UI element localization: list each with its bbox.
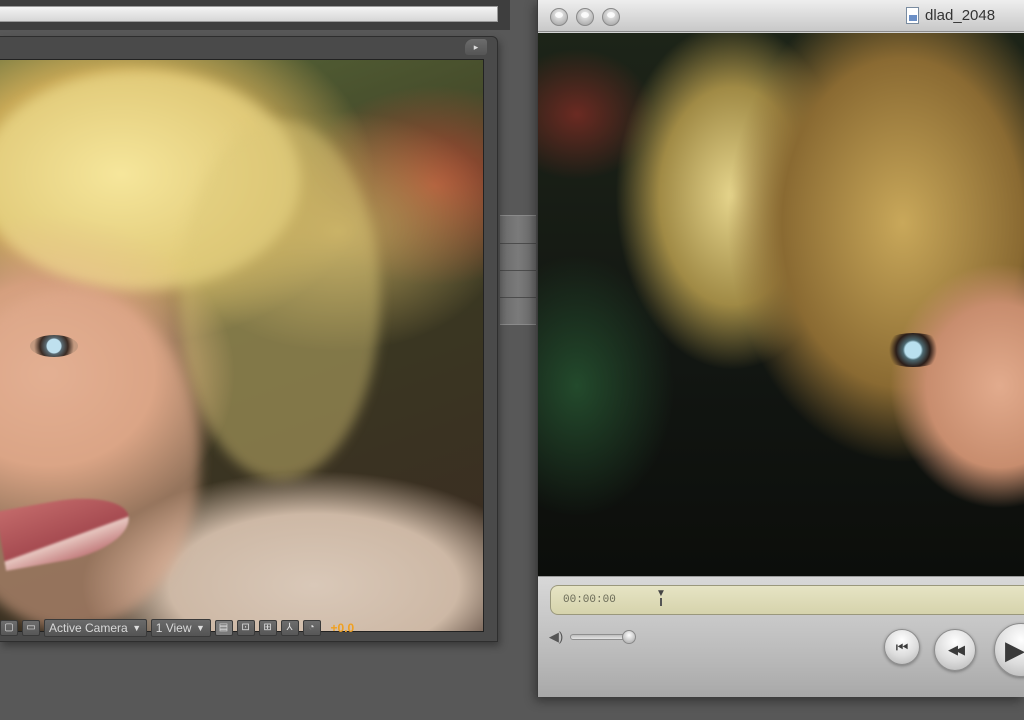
viewer-tab-row: ▸ [0, 37, 497, 59]
movie-frame[interactable] [538, 33, 1024, 576]
chevron-down-icon: ▼ [196, 623, 205, 633]
flowchart-icon[interactable]: ⅄ [280, 620, 299, 636]
reset-exposure-icon[interactable]: ◔ [302, 620, 321, 636]
zoom-icon[interactable] [602, 8, 620, 26]
rewind-icon[interactable]: ◀◀ [934, 629, 976, 671]
timecode: 00:00:00 [563, 594, 616, 606]
window-title: dlad_2048 [906, 7, 995, 24]
handle-notch [500, 270, 536, 271]
handle-notch [500, 243, 536, 244]
quicktime-player-window: dlad_2048 00:00:00 ▼ ◀) ⏮ ◀◀ ▶ [537, 0, 1024, 697]
image-eye [30, 335, 78, 357]
toggle-view-icon[interactable]: ▤ [214, 620, 233, 636]
region-of-interest-icon[interactable]: ▢ [0, 620, 18, 636]
active-camera-select[interactable]: Active Camera ▼ [44, 619, 147, 637]
window-titlebar[interactable]: dlad_2048 [538, 0, 1024, 32]
panel-resize-handle[interactable] [500, 215, 536, 325]
panel-menu-icon[interactable]: ▸ [465, 39, 487, 55]
player-controls: 00:00:00 ▼ ◀) ⏮ ◀◀ ▶ [538, 576, 1024, 697]
window-title-text: dlad_2048 [925, 7, 996, 24]
volume-control: ◀) [548, 629, 636, 645]
composition-viewer-panel: ▸ ▢ ▭ Active Camera ▼ 1 View ▼ ▤ ⊡ ⊞ ⅄ ◔… [0, 36, 498, 642]
playhead-icon[interactable]: ▼ [656, 589, 666, 606]
view-layout-select[interactable]: 1 View ▼ [150, 619, 211, 637]
speaker-icon[interactable]: ◀) [548, 629, 564, 645]
composition-canvas[interactable] [0, 59, 484, 632]
minimize-icon[interactable] [576, 8, 594, 26]
play-icon[interactable]: ▶ [994, 623, 1024, 677]
skip-back-icon[interactable]: ⏮ [884, 629, 920, 665]
volume-knob[interactable] [622, 630, 636, 644]
view-layout-label: 1 View [155, 621, 192, 635]
handle-notch [500, 297, 536, 298]
comment-icon[interactable]: ▭ [22, 620, 40, 636]
close-icon[interactable] [550, 8, 568, 26]
top-toolbar-strip [0, 0, 510, 30]
image-eye [878, 333, 948, 367]
active-camera-label: Active Camera [49, 621, 128, 635]
grid-icon[interactable]: ⊞ [258, 620, 277, 636]
chevron-down-icon: ▼ [132, 623, 142, 633]
top-toolbar-bar [0, 6, 498, 22]
exposure-value[interactable]: +0.0 [331, 621, 355, 635]
timeline-display[interactable]: 00:00:00 ▼ [550, 585, 1024, 615]
volume-slider[interactable] [570, 630, 636, 644]
viewer-toolbar: ▢ ▭ Active Camera ▼ 1 View ▼ ▤ ⊡ ⊞ ⅄ ◔ +… [0, 615, 497, 641]
fit-icon[interactable]: ⊡ [236, 620, 255, 636]
image-region [0, 290, 200, 630]
image-region [180, 120, 380, 480]
movie-document-icon [906, 7, 919, 24]
